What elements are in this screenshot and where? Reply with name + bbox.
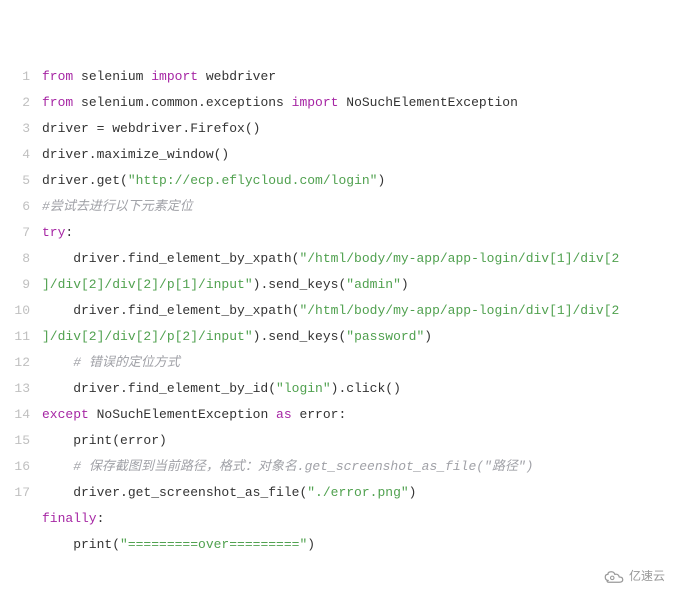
line-number: 10 <box>0 298 42 324</box>
cloud-icon <box>603 570 625 584</box>
code-line: 8 driver.find_element_by_xpath("/html/bo… <box>0 246 677 272</box>
code-content: ]/div[2]/div[2]/p[1]/input").send_keys("… <box>42 272 409 298</box>
line-number: 6 <box>0 194 42 220</box>
code-content: driver.find_element_by_id("login").click… <box>42 376 401 402</box>
code-line: 9]/div[2]/div[2]/p[1]/input").send_keys(… <box>0 272 677 298</box>
code-line: 17 driver.get_screenshot_as_file("./erro… <box>0 480 677 506</box>
code-content: driver.find_element_by_xpath("/html/body… <box>42 298 619 324</box>
code-content: driver.get_screenshot_as_file("./error.p… <box>42 480 416 506</box>
code-content: except NoSuchElementException as error: <box>42 402 346 428</box>
code-content: # 保存截图到当前路径，格式：对象名.get_screenshot_as_fil… <box>42 454 533 480</box>
code-content: print("=========over=========") <box>42 532 315 558</box>
code-content: # 错误的定位方式 <box>42 350 180 376</box>
line-number: 11 <box>0 324 42 350</box>
code-line: 12 # 错误的定位方式 <box>0 350 677 376</box>
code-content: driver = webdriver.Firefox() <box>42 116 260 142</box>
code-content: driver.find_element_by_xpath("/html/body… <box>42 246 619 272</box>
code-line: 6#尝试去进行以下元素定位 <box>0 194 677 220</box>
line-number: 14 <box>0 402 42 428</box>
code-line: 1from selenium import webdriver <box>0 64 677 90</box>
code-content: try: <box>42 220 73 246</box>
line-number: 15 <box>0 428 42 454</box>
watermark-text: 亿速云 <box>629 564 665 590</box>
code-line: 5driver.get("http://ecp.eflycloud.com/lo… <box>0 168 677 194</box>
line-number: 5 <box>0 168 42 194</box>
line-number: 8 <box>0 246 42 272</box>
code-line: 4driver.maximize_window() <box>0 142 677 168</box>
line-number: 16 <box>0 454 42 480</box>
code-content: driver.maximize_window() <box>42 142 229 168</box>
code-line: 7try: <box>0 220 677 246</box>
code-line: 2from selenium.common.exceptions import … <box>0 90 677 116</box>
line-number: 1 <box>0 64 42 90</box>
code-line: 13 driver.find_element_by_id("login").cl… <box>0 376 677 402</box>
code-line: finally: <box>0 506 677 532</box>
code-content: from selenium import webdriver <box>42 64 276 90</box>
code-line: 10 driver.find_element_by_xpath("/html/b… <box>0 298 677 324</box>
code-content: from selenium.common.exceptions import N… <box>42 90 518 116</box>
line-number: 4 <box>0 142 42 168</box>
code-line: 11]/div[2]/div[2]/p[2]/input").send_keys… <box>0 324 677 350</box>
code-line: 3driver = webdriver.Firefox() <box>0 116 677 142</box>
code-line: 14except NoSuchElementException as error… <box>0 402 677 428</box>
line-number: 2 <box>0 90 42 116</box>
code-line: 15 print(error) <box>0 428 677 454</box>
line-number: 12 <box>0 350 42 376</box>
code-block: 1from selenium import webdriver2from sel… <box>0 0 677 596</box>
code-line: 16 # 保存截图到当前路径，格式：对象名.get_screenshot_as_… <box>0 454 677 480</box>
code-content: driver.get("http://ecp.eflycloud.com/log… <box>42 168 385 194</box>
line-number: 13 <box>0 376 42 402</box>
code-content: print(error) <box>42 428 167 454</box>
line-number: 3 <box>0 116 42 142</box>
line-number: 9 <box>0 272 42 298</box>
code-content: ]/div[2]/div[2]/p[2]/input").send_keys("… <box>42 324 432 350</box>
code-content: #尝试去进行以下元素定位 <box>42 194 193 220</box>
line-number: 7 <box>0 220 42 246</box>
watermark-logo: 亿速云 <box>603 564 665 590</box>
code-line: print("=========over=========") <box>0 532 677 558</box>
line-number: 17 <box>0 480 42 506</box>
code-content: finally: <box>42 506 104 532</box>
